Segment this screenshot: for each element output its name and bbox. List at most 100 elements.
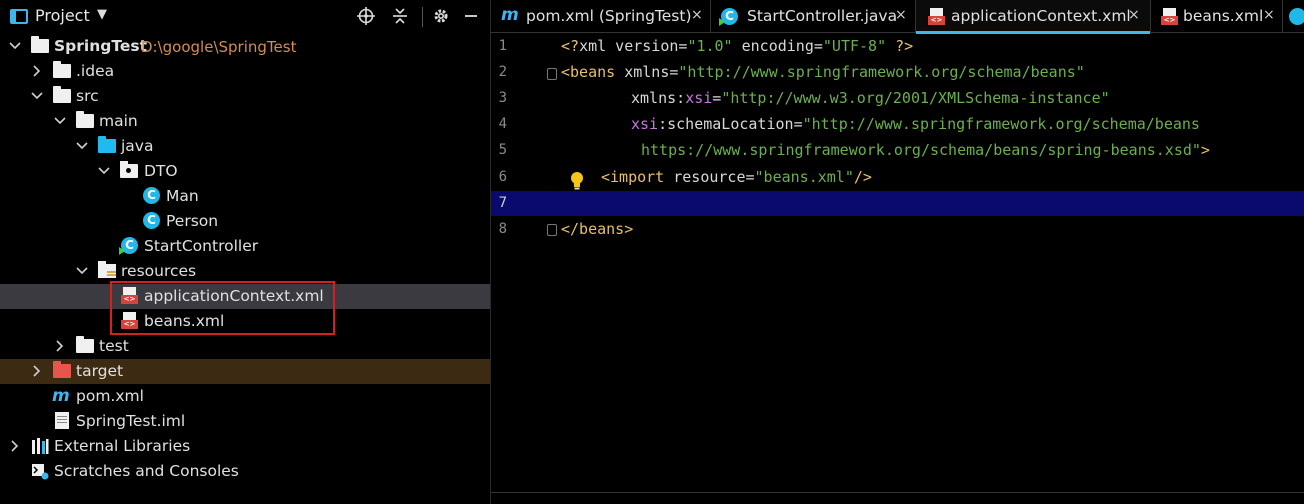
- xml-file-icon: <>: [928, 8, 945, 26]
- excluded-folder-icon: [53, 361, 71, 380]
- project-view-icon: [10, 9, 28, 24]
- tree-item-springtest[interactable]: SpringTest D:\google\SpringTest: [0, 34, 490, 59]
- module-path: D:\google\SpringTest: [141, 38, 297, 56]
- package-icon: [120, 161, 138, 180]
- tree-item-test[interactable]: test: [0, 334, 490, 359]
- tab-applicationcontext[interactable]: <> applicationContext.xml ×: [916, 0, 1151, 34]
- class-icon: C: [143, 212, 161, 230]
- xml-file-icon: <>: [1161, 8, 1178, 26]
- tab-pom-xml[interactable]: m pom.xml (SpringTest) ×: [491, 0, 711, 33]
- project-tool-window: Project ▼ SpringTest D:\google\SpringTes…: [0, 0, 490, 504]
- tab-startcontroller[interactable]: C StartController.java ×: [711, 0, 916, 33]
- editor-tab-bar: m pom.xml (SpringTest) × C StartControll…: [491, 0, 1304, 34]
- code-line-4[interactable]: xsi:schemaLocation="http://www.springfra…: [631, 115, 1200, 133]
- tree-item-man[interactable]: C Man: [0, 184, 490, 209]
- tree-item-dto[interactable]: DTO: [0, 159, 490, 184]
- library-icon: [31, 437, 49, 455]
- chevron-right-icon[interactable]: [30, 63, 44, 79]
- class-icon: [1289, 8, 1304, 25]
- tab-label: StartController.java: [747, 7, 898, 25]
- gear-icon[interactable]: [430, 5, 452, 27]
- code-line-3[interactable]: xmlns:xsi="http://www.w3.org/2001/XMLSch…: [631, 89, 1110, 107]
- line-number: 1: [498, 38, 507, 54]
- class-icon: C: [719, 8, 738, 26]
- chevron-right-icon[interactable]: [53, 338, 67, 354]
- project-header: Project ▼: [0, 0, 490, 33]
- tree-item-label: SpringTest: [54, 37, 148, 55]
- tree-item-label: pom.xml: [76, 387, 144, 405]
- fold-marker-icon[interactable]: [547, 68, 557, 80]
- chevron-down-icon[interactable]: [75, 263, 89, 279]
- line-number: 7: [498, 195, 507, 211]
- tree-item-label: .idea: [76, 62, 115, 80]
- tree-item-label: External Libraries: [54, 437, 191, 455]
- chevron-down-icon[interactable]: [75, 138, 89, 154]
- current-line-highlight: [491, 191, 1304, 216]
- code-line-1[interactable]: <?xml version="1.0" encoding="UTF-8" ?>: [561, 37, 913, 55]
- tree-item-main[interactable]: main: [0, 109, 490, 134]
- tab-label: pom.xml (SpringTest): [526, 7, 692, 25]
- chevron-right-icon[interactable]: [30, 363, 44, 379]
- tree-item-label: Man: [166, 187, 199, 205]
- tab-overflow[interactable]: [1283, 0, 1304, 33]
- tree-item-label: Person: [166, 212, 219, 230]
- code-line-6[interactable]: <import resource="beans.xml"/>: [601, 168, 872, 186]
- tree-item-label: Scratches and Consoles: [54, 462, 239, 480]
- resources-folder-icon: [98, 261, 116, 280]
- close-icon[interactable]: ×: [691, 7, 703, 23]
- maven-icon: m: [501, 5, 519, 25]
- tree-item-target[interactable]: target: [0, 359, 490, 384]
- minimize-icon[interactable]: [460, 5, 482, 27]
- tree-item-label: SpringTest.iml: [76, 412, 186, 430]
- fold-marker-icon[interactable]: [547, 224, 557, 236]
- iml-file-icon: [55, 412, 73, 430]
- tree-item-label: src: [76, 87, 99, 105]
- tree-item-external-libraries[interactable]: External Libraries: [0, 434, 490, 459]
- tree-item-scratches[interactable]: Scratches and Consoles: [0, 459, 490, 484]
- folder-icon: [76, 111, 94, 130]
- tree-item-startcontroller[interactable]: C StartController: [0, 234, 490, 259]
- line-number: 6: [498, 169, 507, 185]
- folder-icon: [53, 86, 71, 105]
- tree-item-java[interactable]: java: [0, 134, 490, 159]
- maven-icon: m: [52, 386, 70, 406]
- chevron-down-icon[interactable]: [53, 113, 67, 129]
- tree-item-idea[interactable]: .idea: [0, 59, 490, 84]
- chevron-down-icon[interactable]: [97, 163, 111, 179]
- lightbulb-icon[interactable]: [569, 171, 585, 191]
- tree-item-iml[interactable]: SpringTest.iml: [0, 409, 490, 434]
- tab-label: beans.xml: [1183, 7, 1264, 25]
- tree-item-label: target: [76, 362, 124, 380]
- runnable-class-icon: C: [119, 237, 139, 255]
- tree-item-src[interactable]: src: [0, 84, 490, 109]
- folder-icon: [53, 61, 71, 80]
- chevron-down-icon[interactable]: [30, 88, 44, 104]
- tab-label: applicationContext.xml: [951, 7, 1131, 25]
- tab-beans-xml[interactable]: <> beans.xml ×: [1151, 0, 1283, 33]
- tree-item-person[interactable]: C Person: [0, 209, 490, 234]
- line-number: 2: [498, 64, 507, 80]
- class-icon: C: [143, 187, 161, 205]
- code-line-8[interactable]: </beans>: [561, 220, 633, 238]
- header-divider: [422, 7, 423, 27]
- close-icon[interactable]: ×: [1128, 7, 1140, 23]
- close-icon[interactable]: ×: [895, 7, 907, 23]
- chevron-down-icon[interactable]: [8, 38, 22, 54]
- tree-item-label: DTO: [144, 162, 178, 180]
- code-line-5[interactable]: https://www.springframework.org/schema/b…: [641, 141, 1210, 159]
- tree-item-pom[interactable]: m pom.xml: [0, 384, 490, 409]
- chevron-down-icon[interactable]: ▼: [97, 7, 107, 22]
- code-line-2[interactable]: <beans xmlns="http://www.springframework…: [561, 63, 1085, 81]
- close-icon[interactable]: ×: [1263, 7, 1275, 23]
- scratches-icon: [31, 462, 49, 480]
- line-number: 4: [498, 116, 507, 132]
- tree-item-label: resources: [121, 262, 197, 280]
- locate-icon[interactable]: [355, 5, 377, 27]
- line-number: 5: [498, 142, 507, 158]
- project-view-title[interactable]: Project: [35, 6, 90, 25]
- chevron-right-icon[interactable]: [8, 438, 22, 454]
- tree-item-label: test: [99, 337, 129, 355]
- collapse-all-icon[interactable]: [389, 5, 411, 27]
- module-folder-icon: [31, 36, 49, 55]
- folder-icon: [76, 336, 94, 355]
